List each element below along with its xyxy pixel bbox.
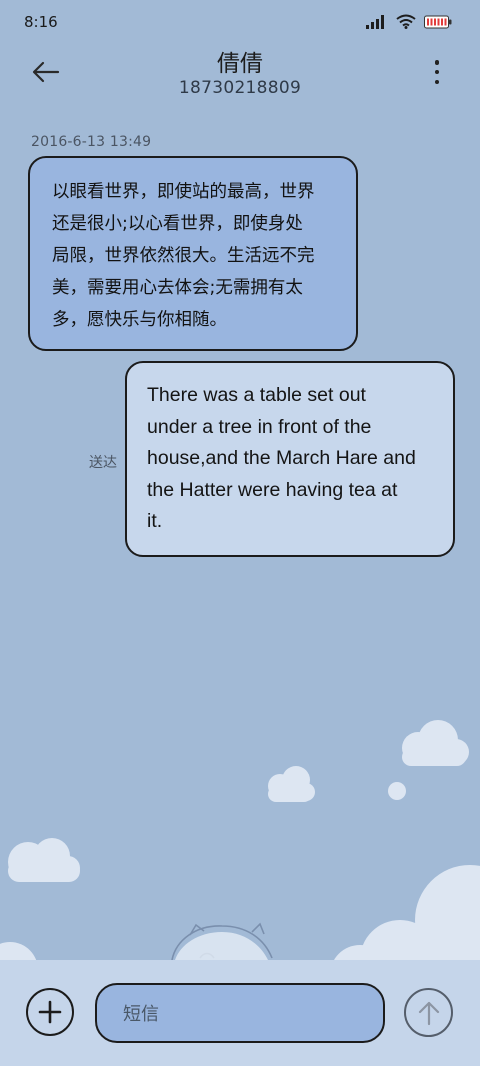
- outgoing-message-bubble[interactable]: There was a table set out under a tree i…: [125, 361, 455, 557]
- signal-icon: [366, 14, 384, 29]
- message-line: it.: [147, 510, 163, 532]
- attach-button[interactable]: [26, 988, 74, 1036]
- contact-name: 倩倩: [217, 51, 263, 77]
- status-icons: [366, 14, 452, 29]
- more-vertical-icon: [434, 60, 440, 65]
- incoming-message-bubble[interactable]: 以眼看世界，即使站的最高，世界 还是很小;以心看世界，即使身处 局限，世界依然很…: [28, 156, 358, 351]
- message-line: under a tree in front of the: [147, 415, 372, 438]
- message-line: 美，需要用心去体会;无需拥有太: [52, 278, 303, 298]
- message-line: 还是很小;以心看世界，即使身处: [52, 214, 303, 234]
- message-line: the Hatter were having tea at: [147, 478, 398, 501]
- contact-number: 18730218809: [178, 78, 302, 98]
- send-button[interactable]: [404, 988, 453, 1037]
- message-line: There was a table set out: [147, 384, 366, 406]
- message-input[interactable]: 短信: [95, 983, 385, 1043]
- message-input-placeholder: 短信: [123, 1004, 159, 1025]
- send-arrow-up-icon: [418, 1001, 439, 1025]
- message-line: house,and the March Hare and: [147, 447, 416, 469]
- battery-icon: [424, 15, 452, 28]
- composer-bar: 短信: [0, 960, 480, 1066]
- message-line: 多，愿快乐与你相随。: [52, 310, 227, 330]
- delivery-status: 送达: [89, 455, 117, 471]
- wifi-icon: [396, 14, 416, 29]
- more-options-button[interactable]: [432, 60, 442, 84]
- message-line: 局限，世界依然很大。生活远不完: [52, 246, 315, 266]
- status-time: 8:16: [24, 13, 58, 31]
- message-line: 以眼看世界，即使站的最高，世界: [52, 182, 315, 202]
- sms-conversation-screen: 8:16 倩倩 18730218809 2016-6-13 13:49 以眼看世…: [0, 0, 480, 1066]
- message-timestamp: 2016-6-13 13:49: [31, 134, 152, 150]
- plus-icon: [38, 1000, 62, 1024]
- conversation-header: 倩倩 18730218809: [0, 40, 480, 104]
